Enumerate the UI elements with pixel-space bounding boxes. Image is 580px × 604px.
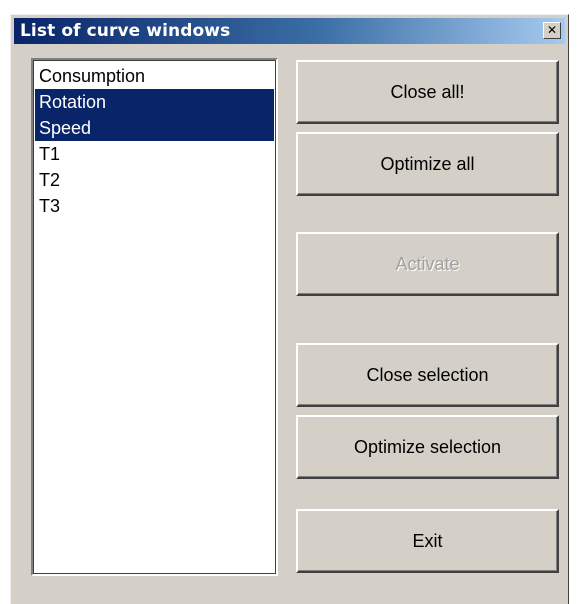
window-title: List of curve windows — [20, 21, 231, 41]
curve-windows-dialog: List of curve windows ✕ Consumption Rota… — [10, 14, 569, 604]
curve-window-list[interactable]: Consumption Rotation Speed T1 T2 T3 — [31, 58, 278, 576]
list-item[interactable]: T3 — [35, 193, 274, 219]
title-bar[interactable]: List of curve windows ✕ — [14, 18, 565, 44]
list-item[interactable]: T1 — [35, 141, 274, 167]
exit-button[interactable]: Exit — [296, 509, 559, 573]
optimize-all-button[interactable]: Optimize all — [296, 132, 559, 196]
list-item[interactable]: T2 — [35, 167, 274, 193]
list-item[interactable]: Speed — [35, 115, 274, 141]
optimize-selection-button[interactable]: Optimize selection — [296, 415, 559, 479]
close-icon[interactable]: ✕ — [543, 22, 561, 39]
close-all-button[interactable]: Close all! — [296, 60, 559, 124]
close-selection-button[interactable]: Close selection — [296, 343, 559, 407]
list-item[interactable]: Consumption — [35, 63, 274, 89]
activate-button: Activate — [296, 232, 559, 296]
list-item[interactable]: Rotation — [35, 89, 274, 115]
